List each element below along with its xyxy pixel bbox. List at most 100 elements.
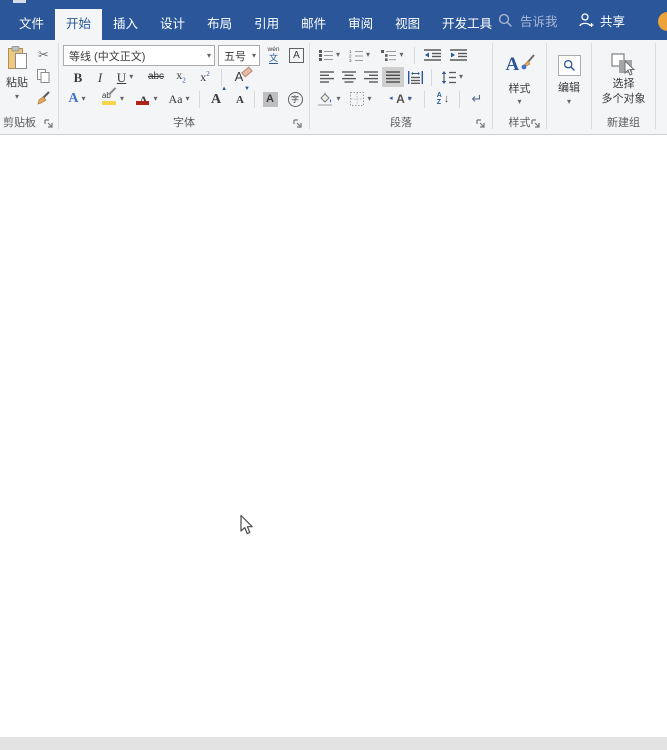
decrease-indent-button[interactable] (420, 45, 444, 65)
grow-font-button[interactable]: A ▲ (205, 86, 228, 109)
shading-button[interactable]: ▾ (315, 89, 343, 109)
character-border-button[interactable]: A (286, 45, 307, 66)
tab-references[interactable]: 引用 (243, 9, 290, 40)
highlight-color-button[interactable]: ab ▾ (98, 87, 128, 109)
increase-indent-icon (449, 49, 467, 61)
group-editing: 编辑 ▾ (548, 40, 590, 134)
status-bar (0, 737, 667, 750)
align-left-button[interactable] (316, 67, 338, 87)
align-right-button[interactable] (360, 67, 382, 87)
editing-button[interactable]: 编辑 ▾ (551, 44, 587, 116)
group-separator (58, 43, 59, 129)
share-button[interactable]: 共享 (578, 0, 625, 40)
editing-find-icon (557, 54, 581, 76)
tab-home[interactable]: 开始 (55, 9, 103, 40)
bullets-button[interactable]: ▾ (316, 45, 343, 65)
subscript-button[interactable]: x2 (170, 67, 192, 87)
editing-dropdown-arrow[interactable]: ▾ (567, 97, 571, 106)
font-color-dropdown-arrow[interactable]: ▾ (153, 95, 157, 103)
group-font: 等线 (中文正文) ▾ 五号 ▾ wén 文 A B I U ▾ abc x2 … (60, 40, 308, 134)
tab-design[interactable]: 设计 (149, 9, 196, 40)
select-objects-label-line1: 选择 (612, 78, 635, 91)
title-tab-bar: 文件 开始 插入 设计 布局 引用 邮件 审阅 视图 开发工具 告诉我 共享 (0, 0, 667, 40)
bullets-icon (318, 50, 333, 61)
align-justify-button[interactable] (382, 67, 404, 87)
tab-layout[interactable]: 布局 (196, 9, 243, 40)
font-size-dropdown-arrow[interactable]: ▾ (252, 51, 256, 60)
multilevel-list-button[interactable]: ▾ (377, 45, 408, 65)
enclose-characters-icon: 字 (287, 91, 303, 107)
change-case-dropdown-arrow[interactable]: ▾ (185, 95, 189, 103)
borders-dropdown-arrow[interactable]: ▾ (367, 95, 371, 103)
sort-button[interactable]: A Z ↓ (430, 89, 456, 109)
multilevel-list-icon (381, 49, 397, 61)
format-painter-button[interactable] (33, 89, 54, 107)
account-avatar[interactable] (658, 12, 667, 31)
tab-file[interactable]: 文件 (8, 9, 55, 40)
paragraph-dialog-launcher[interactable] (476, 119, 487, 130)
font-color-button[interactable]: A ▾ (133, 89, 161, 109)
underline-button[interactable]: U ▾ (111, 67, 139, 87)
character-shading-button[interactable]: A (259, 89, 281, 109)
superscript-button[interactable]: x2 (194, 67, 216, 87)
align-center-button[interactable] (338, 67, 360, 87)
select-multiple-objects-button[interactable]: 选择 多个对象 (595, 44, 652, 116)
line-spacing-button[interactable]: ▾ (437, 67, 467, 87)
sort-icon: A Z (436, 92, 442, 106)
italic-button[interactable]: I (90, 67, 110, 87)
styles-dialog-launcher[interactable] (531, 119, 542, 130)
font-name-dropdown-arrow[interactable]: ▾ (207, 51, 211, 60)
clipboard-dialog-launcher[interactable] (44, 119, 55, 130)
ribbon-tabs: 文件 开始 插入 设计 布局 引用 邮件 审阅 视图 开发工具 (8, 9, 503, 40)
highlight-dropdown-arrow[interactable]: ▾ (120, 95, 124, 103)
bullets-dropdown-arrow[interactable]: ▾ (336, 51, 340, 59)
asian-layout-icon: ◂ A ▸ (389, 92, 412, 106)
mouse-cursor (240, 514, 253, 535)
change-case-button[interactable]: Aa ▾ (164, 89, 194, 109)
underline-dropdown-arrow[interactable]: ▾ (129, 73, 133, 81)
document-canvas[interactable] (0, 136, 667, 737)
tab-review[interactable]: 审阅 (337, 9, 384, 40)
bold-button[interactable]: B (68, 67, 88, 87)
show-hide-marks-button[interactable]: ↵ (465, 89, 489, 109)
italic-icon: I (97, 69, 103, 85)
clear-formatting-button[interactable]: A (226, 66, 254, 87)
line-spacing-dropdown-arrow[interactable]: ▾ (459, 73, 463, 81)
font-name-value: 等线 (中文正文) (69, 50, 146, 63)
tab-mailings[interactable]: 邮件 (290, 9, 337, 40)
numbering-dropdown-arrow[interactable]: ▾ (366, 51, 370, 59)
increase-indent-button[interactable] (446, 45, 470, 65)
search-icon (498, 13, 512, 27)
font-size-combo[interactable]: 五号 ▾ (218, 45, 260, 66)
text-effects-dropdown-arrow[interactable]: ▾ (82, 95, 86, 103)
font-name-combo[interactable]: 等线 (中文正文) ▾ (63, 45, 215, 66)
styles-button[interactable]: A 样式 ▾ (498, 44, 541, 116)
subscript-icon: x2 (176, 68, 186, 85)
borders-button[interactable]: ▾ (347, 89, 375, 109)
strikethrough-button[interactable]: abc (144, 67, 168, 87)
distribute-text-button[interactable] (404, 67, 426, 87)
paste-dropdown-arrow[interactable]: ▾ (15, 93, 19, 101)
asian-layout-button[interactable]: ◂ A ▸ ▾ (389, 89, 419, 109)
tab-insert[interactable]: 插入 (102, 9, 149, 40)
mini-separator (254, 91, 255, 108)
tab-view[interactable]: 视图 (384, 9, 431, 40)
align-left-icon (320, 71, 334, 83)
borders-icon (350, 92, 365, 106)
tab-developer[interactable]: 开发工具 (431, 9, 503, 40)
phonetic-guide-button[interactable]: wén 文 (263, 45, 284, 66)
paragraph-group-label: 段落 (390, 117, 412, 129)
styles-dropdown-arrow[interactable]: ▾ (517, 98, 521, 106)
copy-button[interactable] (33, 67, 54, 85)
shrink-font-button[interactable]: A ▼ (229, 86, 251, 109)
enclose-characters-button[interactable]: 字 (284, 89, 306, 109)
shading-dropdown-arrow[interactable]: ▾ (336, 95, 340, 103)
font-dialog-launcher[interactable] (293, 119, 304, 130)
numbering-button[interactable]: 1 2 3 ▾ (345, 45, 374, 65)
text-effects-button[interactable]: A ▾ (64, 89, 90, 109)
grow-font-icon: A ▲ (210, 86, 228, 107)
select-objects-icon (610, 53, 635, 76)
multilevel-dropdown-arrow[interactable]: ▾ (399, 51, 403, 59)
tell-me-box[interactable]: 告诉我 (498, 0, 558, 40)
cut-button[interactable]: ✂ (33, 46, 54, 64)
